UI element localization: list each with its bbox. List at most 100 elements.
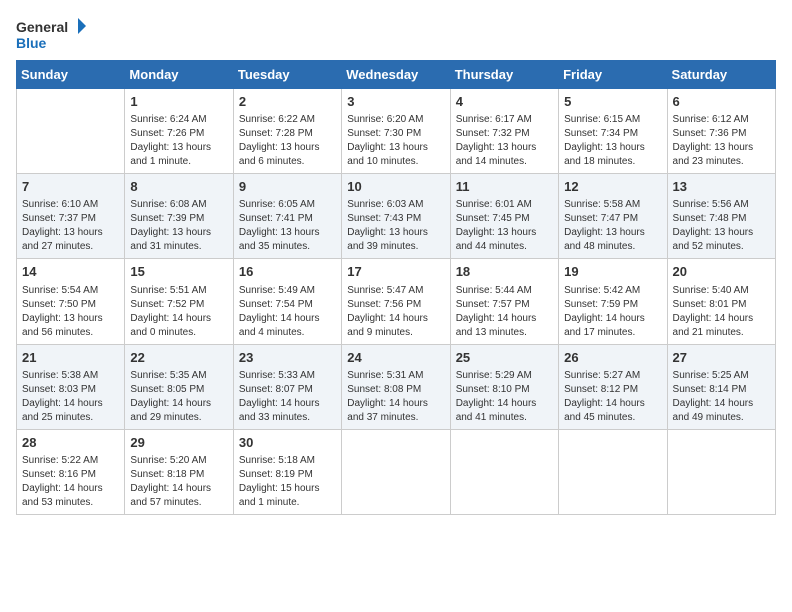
day-info: Sunset: 8:03 PM [22, 383, 119, 397]
calendar-cell [559, 429, 667, 514]
day-number: 4 [456, 93, 553, 111]
calendar-cell: 8Sunrise: 6:08 AMSunset: 7:39 PMDaylight… [125, 174, 233, 259]
day-info: Daylight: 13 hours [673, 226, 770, 240]
day-info: and 45 minutes. [564, 411, 661, 425]
day-info: and 4 minutes. [239, 326, 336, 340]
day-info: Daylight: 14 hours [347, 312, 444, 326]
day-info: Sunset: 8:08 PM [347, 383, 444, 397]
day-info: Sunset: 8:10 PM [456, 383, 553, 397]
day-info: Sunrise: 5:47 AM [347, 284, 444, 298]
day-info: Sunrise: 5:20 AM [130, 454, 227, 468]
day-number: 24 [347, 349, 444, 367]
calendar-cell: 27Sunrise: 5:25 AMSunset: 8:14 PMDayligh… [667, 344, 775, 429]
day-info: Sunrise: 6:12 AM [673, 113, 770, 127]
day-info: Sunset: 7:37 PM [22, 212, 119, 226]
day-info: Sunset: 8:01 PM [673, 298, 770, 312]
day-info: Daylight: 14 hours [130, 312, 227, 326]
calendar-cell: 3Sunrise: 6:20 AMSunset: 7:30 PMDaylight… [342, 89, 450, 174]
day-info: Sunrise: 6:22 AM [239, 113, 336, 127]
day-info: and 27 minutes. [22, 240, 119, 254]
day-info: Daylight: 13 hours [22, 226, 119, 240]
day-info: Sunset: 7:56 PM [347, 298, 444, 312]
day-info: Daylight: 14 hours [673, 397, 770, 411]
day-number: 2 [239, 93, 336, 111]
day-number: 7 [22, 178, 119, 196]
day-info: and 6 minutes. [239, 155, 336, 169]
day-info: Daylight: 15 hours [239, 482, 336, 496]
logo-svg: General Blue [16, 16, 86, 56]
day-info: Sunset: 7:26 PM [130, 127, 227, 141]
day-info: Daylight: 14 hours [130, 397, 227, 411]
day-info: and 35 minutes. [239, 240, 336, 254]
header-thursday: Thursday [450, 61, 558, 89]
day-number: 15 [130, 263, 227, 281]
calendar-cell: 30Sunrise: 5:18 AMSunset: 8:19 PMDayligh… [233, 429, 341, 514]
calendar-week-1: 1Sunrise: 6:24 AMSunset: 7:26 PMDaylight… [17, 89, 776, 174]
day-info: and 44 minutes. [456, 240, 553, 254]
day-number: 13 [673, 178, 770, 196]
day-number: 22 [130, 349, 227, 367]
day-number: 25 [456, 349, 553, 367]
day-info: Daylight: 13 hours [130, 226, 227, 240]
day-number: 20 [673, 263, 770, 281]
calendar-week-4: 21Sunrise: 5:38 AMSunset: 8:03 PMDayligh… [17, 344, 776, 429]
day-number: 5 [564, 93, 661, 111]
calendar-cell: 4Sunrise: 6:17 AMSunset: 7:32 PMDaylight… [450, 89, 558, 174]
day-info: Sunrise: 5:51 AM [130, 284, 227, 298]
header-sunday: Sunday [17, 61, 125, 89]
day-number: 19 [564, 263, 661, 281]
day-info: Sunrise: 5:42 AM [564, 284, 661, 298]
day-info: Daylight: 13 hours [22, 312, 119, 326]
header-monday: Monday [125, 61, 233, 89]
calendar-cell: 21Sunrise: 5:38 AMSunset: 8:03 PMDayligh… [17, 344, 125, 429]
page-header: General Blue [16, 16, 776, 56]
calendar-week-5: 28Sunrise: 5:22 AMSunset: 8:16 PMDayligh… [17, 429, 776, 514]
day-number: 14 [22, 263, 119, 281]
day-info: Sunset: 7:48 PM [673, 212, 770, 226]
header-saturday: Saturday [667, 61, 775, 89]
calendar-cell: 14Sunrise: 5:54 AMSunset: 7:50 PMDayligh… [17, 259, 125, 344]
day-info: Sunrise: 6:03 AM [347, 198, 444, 212]
day-number: 23 [239, 349, 336, 367]
day-info: Sunset: 8:12 PM [564, 383, 661, 397]
day-info: Sunset: 7:50 PM [22, 298, 119, 312]
calendar-cell: 29Sunrise: 5:20 AMSunset: 8:18 PMDayligh… [125, 429, 233, 514]
day-number: 3 [347, 93, 444, 111]
day-number: 28 [22, 434, 119, 452]
calendar-week-2: 7Sunrise: 6:10 AMSunset: 7:37 PMDaylight… [17, 174, 776, 259]
day-number: 1 [130, 93, 227, 111]
header-tuesday: Tuesday [233, 61, 341, 89]
day-info: and 39 minutes. [347, 240, 444, 254]
calendar-cell: 15Sunrise: 5:51 AMSunset: 7:52 PMDayligh… [125, 259, 233, 344]
day-number: 16 [239, 263, 336, 281]
day-info: Sunset: 7:32 PM [456, 127, 553, 141]
calendar-cell: 2Sunrise: 6:22 AMSunset: 7:28 PMDaylight… [233, 89, 341, 174]
day-info: and 13 minutes. [456, 326, 553, 340]
calendar-table: SundayMondayTuesdayWednesdayThursdayFrid… [16, 60, 776, 515]
day-info: Daylight: 14 hours [22, 482, 119, 496]
day-info: Daylight: 13 hours [673, 141, 770, 155]
day-number: 10 [347, 178, 444, 196]
day-info: and 1 minute. [239, 496, 336, 510]
calendar-cell: 13Sunrise: 5:56 AMSunset: 7:48 PMDayligh… [667, 174, 775, 259]
day-info: Sunset: 7:39 PM [130, 212, 227, 226]
day-info: and 18 minutes. [564, 155, 661, 169]
day-info: and 10 minutes. [347, 155, 444, 169]
day-info: Sunrise: 5:38 AM [22, 369, 119, 383]
calendar-cell [450, 429, 558, 514]
day-info: Daylight: 13 hours [564, 226, 661, 240]
day-info: Sunrise: 5:58 AM [564, 198, 661, 212]
day-info: and 57 minutes. [130, 496, 227, 510]
calendar-cell: 23Sunrise: 5:33 AMSunset: 8:07 PMDayligh… [233, 344, 341, 429]
day-info: Sunset: 8:16 PM [22, 468, 119, 482]
day-info: Sunrise: 6:01 AM [456, 198, 553, 212]
day-info: Sunset: 8:18 PM [130, 468, 227, 482]
day-info: and 0 minutes. [130, 326, 227, 340]
calendar-cell: 6Sunrise: 6:12 AMSunset: 7:36 PMDaylight… [667, 89, 775, 174]
day-info: and 23 minutes. [673, 155, 770, 169]
day-info: Daylight: 14 hours [239, 312, 336, 326]
day-info: Sunrise: 5:22 AM [22, 454, 119, 468]
day-info: Daylight: 14 hours [564, 312, 661, 326]
day-info: Sunrise: 5:40 AM [673, 284, 770, 298]
day-info: Sunrise: 5:31 AM [347, 369, 444, 383]
